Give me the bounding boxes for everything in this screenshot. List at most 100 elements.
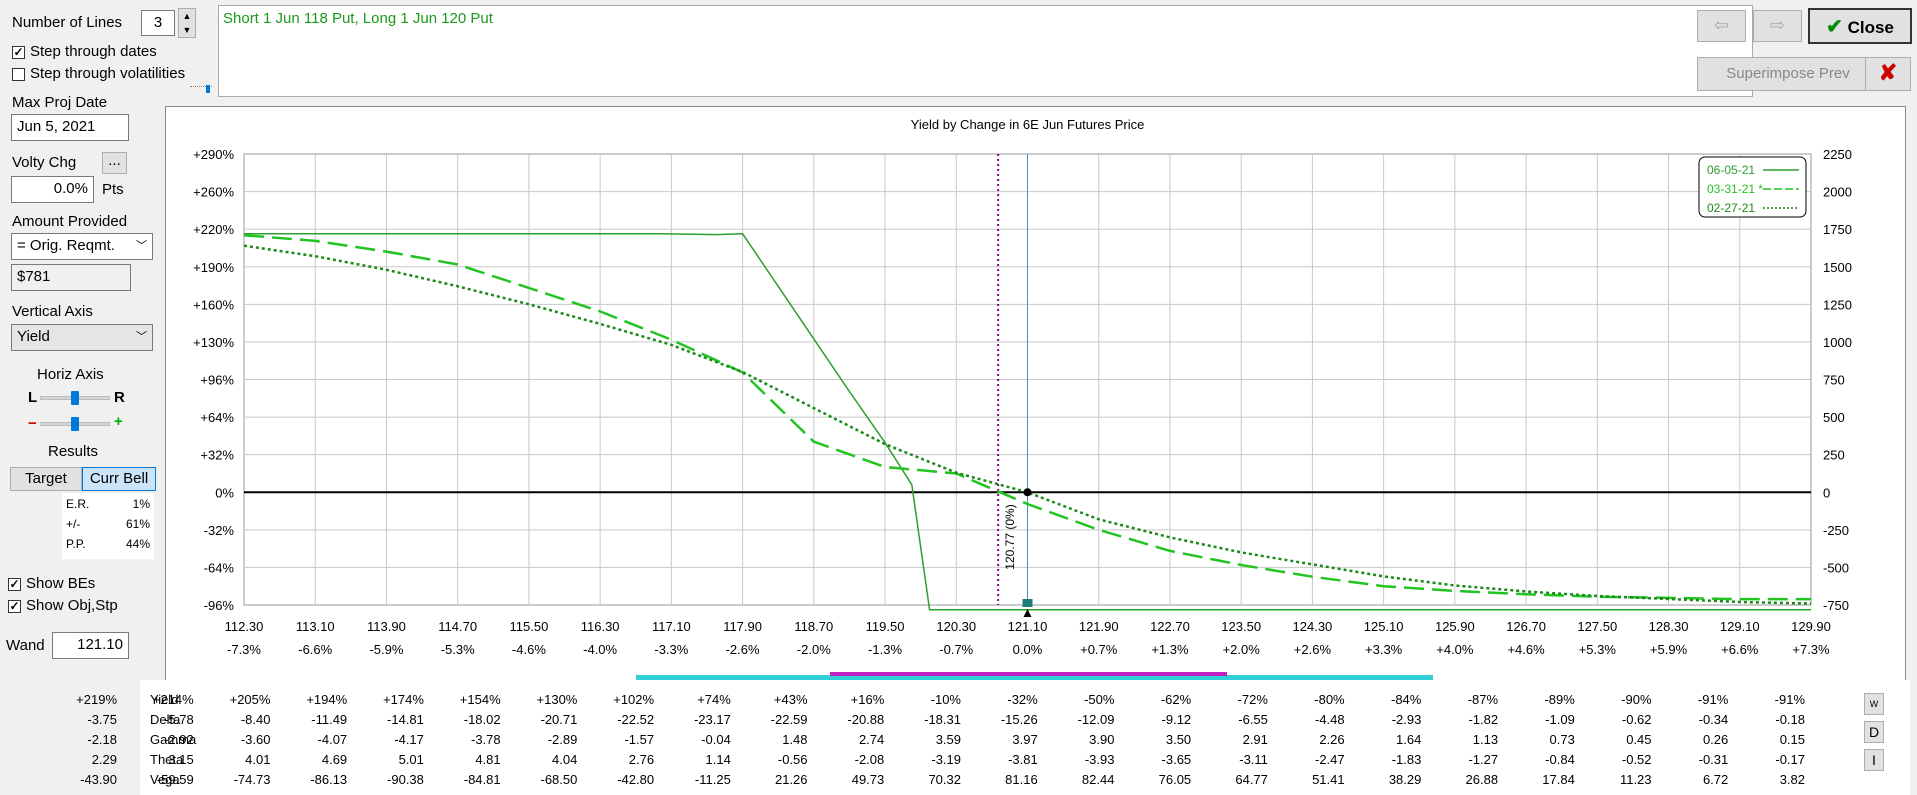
greek-gamma-cell: 2.26 [1319, 732, 1345, 747]
num-lines-input[interactable]: 3 [141, 10, 175, 36]
greek-gamma-cell: -3.60 [240, 732, 271, 747]
x-pct-tick-label: +4.6% [1507, 642, 1545, 657]
greek-theta-cell: 4.69 [321, 752, 348, 767]
pp-value: 44% [125, 537, 150, 551]
step-vols-checkbox[interactable] [12, 68, 25, 81]
superimpose-prev-button[interactable]: Superimpose Prev [1697, 57, 1879, 91]
horiz-right-label: R [114, 389, 125, 406]
y-right-tick-label: -750 [1823, 598, 1849, 613]
x-tick-label: 120.30 [936, 619, 976, 634]
zoom-minus-label: − [28, 415, 37, 432]
er-value: 1% [132, 497, 150, 511]
num-lines-spinner[interactable]: ▲ ▼ [178, 8, 196, 38]
volty-input[interactable]: 0.0% [11, 176, 94, 203]
x-pct-tick-label: +2.6% [1294, 642, 1332, 657]
y-right-tick-label: 1000 [1823, 335, 1852, 350]
greek-theta-cell: 4.81 [475, 752, 501, 767]
grid-side-button[interactable]: I [1864, 749, 1884, 771]
cancel-button[interactable]: ✘ [1865, 57, 1911, 91]
greek-theta-cell: -1.27 [1468, 752, 1499, 767]
x-tick-label: 125.10 [1364, 619, 1404, 634]
arrow-left-icon: ⇦ [1713, 15, 1730, 35]
x-pct-tick-label: +5.9% [1650, 642, 1688, 657]
x-tick-label: 129.90 [1791, 619, 1831, 634]
curr-bell-button[interactable]: Curr Bell [82, 467, 156, 491]
greek-gamma-cell: -2.92 [164, 732, 194, 747]
y-left-tick-label: +32% [200, 448, 234, 463]
greek-delta-cell: -20.71 [540, 712, 578, 727]
greek-gamma-cell: 0.45 [1626, 732, 1652, 747]
greek-vega-cell: -68.50 [540, 772, 578, 787]
greek-yield-cell: -87% [1467, 692, 1499, 707]
close-button[interactable]: ✔ Close [1808, 8, 1912, 44]
greek-vega-cell: 3.82 [1779, 772, 1805, 787]
greek-gamma-cell: 2.91 [1242, 732, 1268, 747]
greek-vega-cell: 11.23 [1619, 772, 1652, 787]
grid-side-button[interactable]: D [1864, 721, 1884, 743]
greek-theta-cell: -0.56 [777, 752, 808, 767]
volty-more-button[interactable]: ... [102, 152, 127, 174]
greek-theta-cell: -0.31 [1698, 752, 1729, 767]
show-bes-checkbox[interactable]: ✓ [8, 578, 21, 591]
greek-gamma-cell: -4.17 [394, 732, 424, 747]
greek-theta-cell: 1.14 [705, 752, 731, 767]
greek-delta-cell: -3.75 [87, 712, 117, 727]
greek-vega-cell: -42.80 [617, 772, 655, 787]
vertical-axis-select[interactable]: Yield ﹀ [11, 324, 153, 351]
arrow-right-icon: ⇨ [1769, 15, 1786, 35]
greek-yield-cell: -10% [930, 692, 961, 707]
x-tick-label: 116.30 [581, 619, 620, 634]
greek-vega-cell: 21.26 [774, 772, 808, 787]
horiz-zoom-thumb[interactable] [71, 417, 79, 431]
x-pct-tick-label: -0.7% [939, 642, 973, 657]
horiz-pan-thumb[interactable] [71, 391, 79, 405]
legend-label: 06-05-21 [1707, 163, 1755, 177]
greek-gamma-cell: -2.89 [547, 732, 578, 747]
greek-vega-cell: -11.25 [694, 772, 731, 787]
y-left-tick-label: -64% [204, 560, 235, 575]
greek-delta-cell: -15.26 [1000, 712, 1038, 727]
show-obj-label: Show Obj,Stp [26, 597, 118, 614]
y-right-tick-label: 0 [1823, 485, 1830, 500]
amount-select[interactable]: = Orig. Reqmt. ﹀ [11, 233, 153, 260]
wand-input[interactable]: 121.10 [52, 632, 129, 659]
resize-grip[interactable] [190, 85, 212, 95]
forward-button[interactable]: ⇨ [1753, 10, 1802, 42]
greek-delta-cell: -11.49 [311, 712, 348, 727]
yield-chart[interactable]: Yield by Change in 6E Jun Futures Price 1… [166, 107, 1907, 685]
position-description-box[interactable]: Short 1 Jun 118 Put, Long 1 Jun 120 Put [218, 5, 1753, 97]
num-lines-label: Number of Lines [12, 14, 123, 31]
spin-up-icon[interactable]: ▲ [183, 11, 192, 21]
greek-gamma-cell: -1.57 [624, 732, 655, 747]
y-left-tick-label: +160% [193, 297, 234, 312]
back-button[interactable]: ⇦ [1697, 10, 1746, 42]
greek-vega-cell: 17.84 [1542, 772, 1575, 787]
x-tick-label: 118.70 [794, 619, 833, 634]
x-tick-label: 115.50 [510, 619, 549, 634]
target-button[interactable]: Target [10, 467, 82, 491]
greek-theta-cell: 2.29 [91, 752, 117, 767]
max-proj-date-input[interactable]: Jun 5, 2021 [11, 114, 129, 141]
greek-yield-cell: -80% [1314, 692, 1345, 707]
grid-side-button[interactable]: W [1864, 693, 1884, 715]
step-dates-checkbox[interactable]: ✓ [12, 46, 25, 59]
greek-theta-cell: -0.52 [1621, 752, 1652, 767]
x-pct-tick-label: -1.3% [868, 642, 902, 657]
chart-panel[interactable]: Yield by Change in 6E Jun Futures Price 1… [165, 106, 1906, 684]
greek-vega-cell: 76.05 [1158, 772, 1192, 787]
greek-vega-cell: -86.13 [310, 772, 348, 787]
greek-theta-cell: 2.76 [628, 752, 655, 767]
x-pct-tick-label: -4.6% [512, 642, 546, 657]
x-tick-label: 119.50 [866, 619, 905, 634]
show-obj-checkbox[interactable]: ✓ [8, 600, 21, 613]
y-right-tick-label: 750 [1823, 373, 1845, 388]
x-tick-label: 117.90 [723, 619, 762, 634]
x-tick-label: 121.10 [1008, 619, 1048, 634]
y-right-tick-label: 1500 [1823, 260, 1852, 275]
spin-down-icon[interactable]: ▼ [183, 25, 192, 35]
grip-thumb[interactable] [206, 85, 210, 93]
wand-marker [1022, 599, 1033, 607]
y-right-tick-label: -250 [1823, 523, 1849, 538]
greek-gamma-cell: 1.13 [1472, 732, 1499, 747]
x-pct-tick-label: +1.3% [1151, 642, 1189, 657]
